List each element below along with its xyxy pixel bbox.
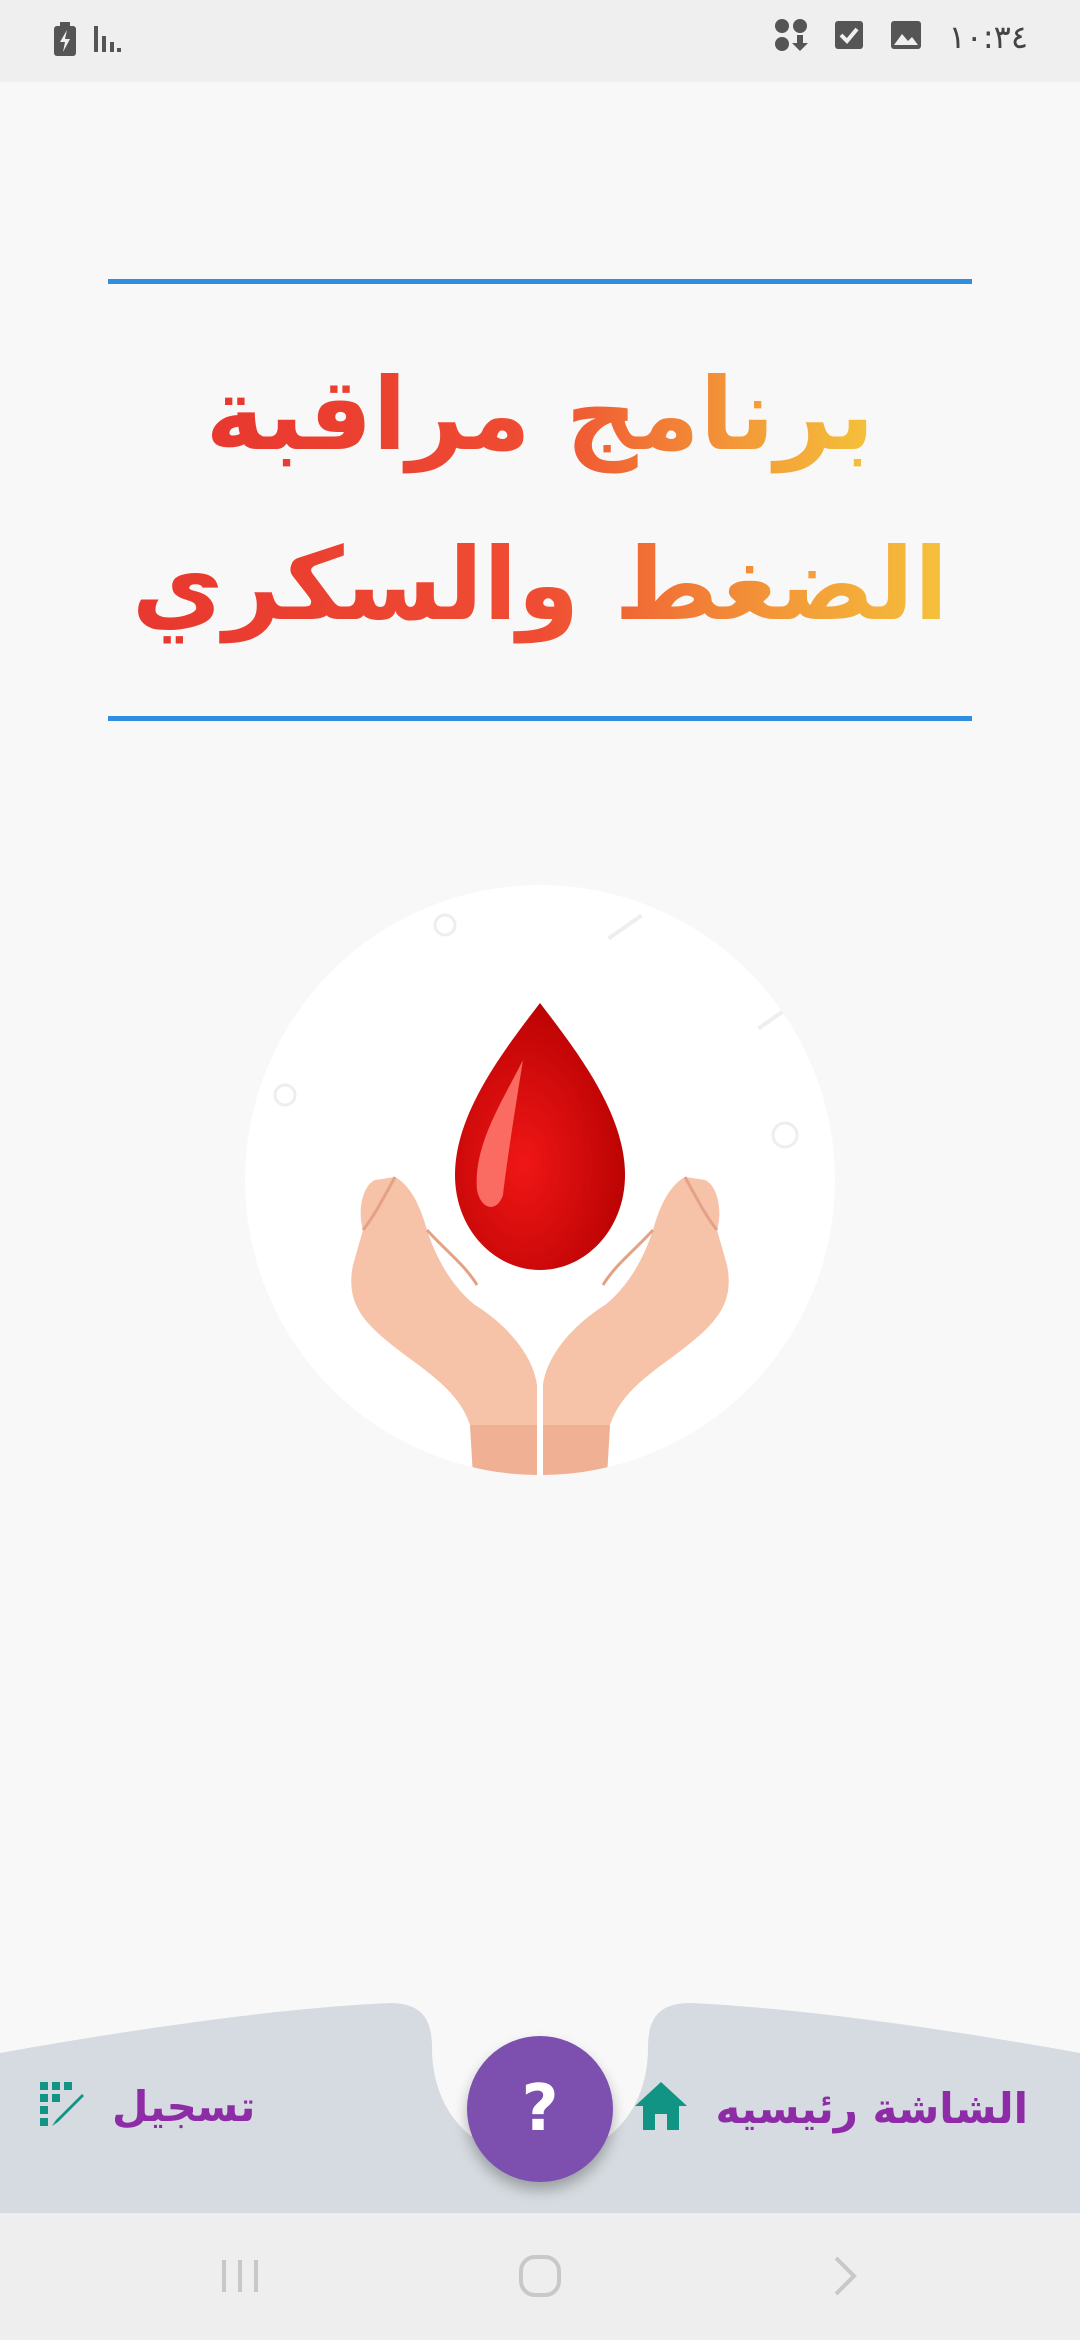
nav-home-button[interactable]: الشاشة رئيسيه — [633, 2080, 1028, 2136]
home-icon — [633, 2080, 689, 2136]
nav-home-label: الشاشة رئيسيه — [715, 2083, 1028, 2133]
app-title: برنامج مراقبة الضغط والسكري — [108, 300, 972, 700]
image-icon — [890, 20, 922, 54]
battery-charging-icon — [52, 22, 78, 60]
app-screen: ١٠:٣٤ برنامج مراقبة الضغط والسكري الشاشة… — [0, 0, 1080, 2340]
download-app-icon — [774, 18, 809, 56]
system-navigation-bar — [0, 2213, 1080, 2340]
title-bottom-divider — [108, 716, 972, 721]
title-top-divider — [108, 279, 972, 284]
back-icon[interactable] — [810, 2243, 880, 2309]
nav-record-label: تسجيل — [112, 2081, 256, 2131]
title-line-2: الضغط والسكري — [132, 500, 948, 670]
help-question-icon: ? — [521, 2072, 559, 2146]
status-left-group — [52, 22, 122, 60]
status-bar: ١٠:٣٤ — [0, 0, 1080, 82]
status-time: ١٠:٣٤ — [948, 18, 1028, 56]
grid-edit-icon — [38, 2080, 86, 2132]
blood-drop-hands-icon — [245, 885, 835, 1475]
home-circle-icon[interactable] — [505, 2243, 575, 2309]
nav-record-button[interactable]: تسجيل — [38, 2080, 255, 2132]
status-right-group: ١٠:٣٤ — [774, 18, 1028, 56]
checkbox-icon — [834, 20, 864, 54]
title-line-1: برنامج مراقبة — [206, 330, 875, 500]
recents-icon[interactable] — [205, 2243, 275, 2309]
help-button[interactable]: ? — [467, 2036, 613, 2182]
signal-icon — [92, 24, 122, 58]
